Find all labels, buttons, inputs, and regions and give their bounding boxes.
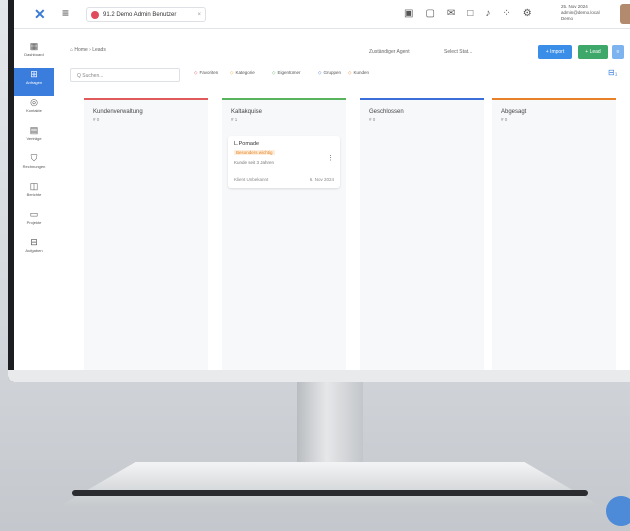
document-icon[interactable]: □ — [467, 8, 473, 19]
add-lead-button[interactable]: + Lead — [578, 45, 608, 59]
lead-description: Kunde seit 3 Jahren — [234, 160, 275, 165]
menu-icon[interactable]: ≡ — [62, 6, 69, 20]
sidebar-item-projekte[interactable]: ▭ Projekte — [14, 208, 54, 236]
column-count: # 0 — [369, 117, 376, 122]
inbox-icon: ⊞ — [30, 69, 38, 79]
sidebar-item-label: Kontakte — [26, 108, 42, 113]
invoice-icon: ⛉ — [30, 153, 38, 163]
chip-gruppen[interactable]: ◇ Gruppen — [318, 70, 341, 76]
calendar-icon[interactable]: ▣ — [404, 8, 413, 19]
close-icon[interactable]: × — [197, 8, 201, 21]
sidebar-item-kontakte[interactable]: ◎ Kontakte — [14, 96, 54, 124]
apps-icon[interactable]: ⁘ — [502, 8, 510, 19]
user-name: Demo — [561, 16, 574, 21]
kanban-column: Abgesagt # 0 — [492, 98, 616, 370]
chip-label: Kunden — [353, 70, 369, 75]
sidebar-item-aufgaben[interactable]: ⊟ Aufgaben — [14, 236, 54, 264]
sidebar: ▦ Dashboard ⊞ Anfragen ◎ Kontakte ▤ Vert… — [14, 40, 54, 370]
kanban-column: Kaltakquise # 1 L.Pomade Besonders wicht… — [222, 98, 346, 370]
priority-badge: Besonders wichtig — [234, 150, 275, 155]
tab-title: 91.2 Demo Admin Benutzer — [103, 12, 177, 18]
column-count: # 0 — [93, 117, 100, 122]
chip-eigentuemer[interactable]: ◇ Eigentümer — [272, 70, 300, 76]
sidebar-item-label: Verträge — [26, 136, 42, 141]
chip-label: Eigentümer — [277, 70, 301, 75]
contract-icon: ▤ — [29, 125, 39, 135]
search-input[interactable]: Q Suchen... — [70, 68, 180, 82]
more-icon[interactable]: ⋮ — [327, 154, 334, 162]
sidebar-item-berichte[interactable]: ◫ Berichte — [14, 180, 54, 208]
chip-label: Gruppen — [323, 70, 341, 75]
kanban-column: Kundenverwaltung # 0 — [84, 98, 208, 370]
chip-label: Kategorie — [235, 70, 255, 75]
chip-kunden[interactable]: ◇ Kunden — [348, 70, 369, 76]
monitor-stand-edge — [72, 490, 588, 496]
avatar[interactable] — [620, 4, 630, 24]
assignee-filter[interactable]: Zuständiger Agent — [369, 46, 410, 58]
sidebar-item-label: Dashboard — [24, 52, 44, 57]
mail-icon[interactable]: ✉ — [447, 8, 455, 19]
tab-dot-icon — [91, 11, 99, 19]
sidebar-item-vertraege[interactable]: ▤ Verträge — [14, 124, 54, 152]
sidebar-item-dashboard[interactable]: ▦ Dashboard — [14, 40, 54, 68]
column-count: # 0 — [501, 117, 508, 122]
import-button[interactable]: + Import — [538, 45, 572, 59]
app-screen: ✕ ≡ 91.2 Demo Admin Benutzer × ▣ ▢ ✉ □ ♪… — [14, 0, 630, 370]
chip-favoriten[interactable]: ◇ Favoriten — [194, 70, 218, 76]
column-title: Abgesagt — [501, 109, 527, 115]
chat-icon[interactable]: ▢ — [425, 8, 434, 19]
column-count: # 1 — [231, 117, 238, 122]
column-title: Kaltakquise — [231, 109, 263, 115]
app-logo-icon[interactable]: ✕ — [34, 7, 48, 21]
chip-label: Favoriten — [199, 70, 219, 75]
bell-icon[interactable]: ♪ — [485, 8, 490, 19]
sidebar-item-rechnungen[interactable]: ⛉ Rechnungen — [14, 152, 54, 180]
folder-icon: ▭ — [29, 209, 39, 219]
column-title: Geschlossen — [369, 109, 404, 115]
monitor-stand-base — [60, 462, 600, 506]
lead-client: Klient Unbekannt — [234, 177, 269, 182]
lead-name: L.Pomade — [234, 141, 260, 147]
filter-bar: Q Suchen... ◇ Favoriten ◇ Kategorie ◇ Eigen… — [70, 68, 630, 82]
tab-demo[interactable]: 91.2 Demo Admin Benutzer × — [86, 7, 206, 22]
contact-icon: ◎ — [30, 97, 38, 107]
breadcrumb-text[interactable]: Home › Leads — [74, 47, 105, 53]
settings-icon[interactable]: ⚙ — [523, 8, 532, 19]
sidebar-item-anfragen[interactable]: ⊞ Anfragen — [14, 68, 54, 96]
sidebar-item-label: Rechnungen — [22, 164, 46, 169]
task-icon: ⊟ — [30, 237, 38, 247]
toolbar-icons: ▣ ▢ ✉ □ ♪ ⁘ ⚙ — [404, 8, 532, 19]
chip-kategorie[interactable]: ◇ Kategorie — [230, 70, 255, 76]
sidebar-item-label: Berichte — [26, 192, 42, 197]
board-view-icon[interactable]: ⊟₁ — [608, 68, 617, 77]
chat-bubble-icon[interactable] — [606, 496, 630, 526]
monitor: ✕ ≡ 91.2 Demo Admin Benutzer × ▣ ▢ ✉ □ ♪… — [8, 0, 630, 382]
monitor-stand-neck — [297, 382, 363, 464]
top-bar: ✕ ≡ 91.2 Demo Admin Benutzer × ▣ ▢ ✉ □ ♪… — [14, 0, 630, 29]
grid-icon: ▦ — [29, 41, 39, 51]
report-icon: ◫ — [29, 181, 39, 191]
lead-card[interactable]: L.Pomade Besonders wichtig Kunde seit 3 … — [228, 136, 340, 188]
kanban-column: Geschlossen # 0 — [360, 98, 484, 370]
column-title: Kundenverwaltung — [93, 109, 143, 115]
sidebar-item-label: Aufgaben — [25, 248, 43, 253]
view-toggle-icon[interactable]: ≡ — [612, 45, 624, 59]
breadcrumb: ⌂ Home › Leads — [70, 47, 106, 53]
monitor-chin — [8, 370, 630, 382]
status-select[interactable]: Select Stat... — [444, 46, 472, 58]
user-info[interactable]: 25. Nov 2024 admin@demo.local Demo — [561, 4, 600, 22]
sidebar-item-label: Projekte — [26, 220, 42, 225]
lead-date: 6. Nov 2024 — [309, 177, 334, 182]
sidebar-item-label: Anfragen — [25, 80, 43, 85]
